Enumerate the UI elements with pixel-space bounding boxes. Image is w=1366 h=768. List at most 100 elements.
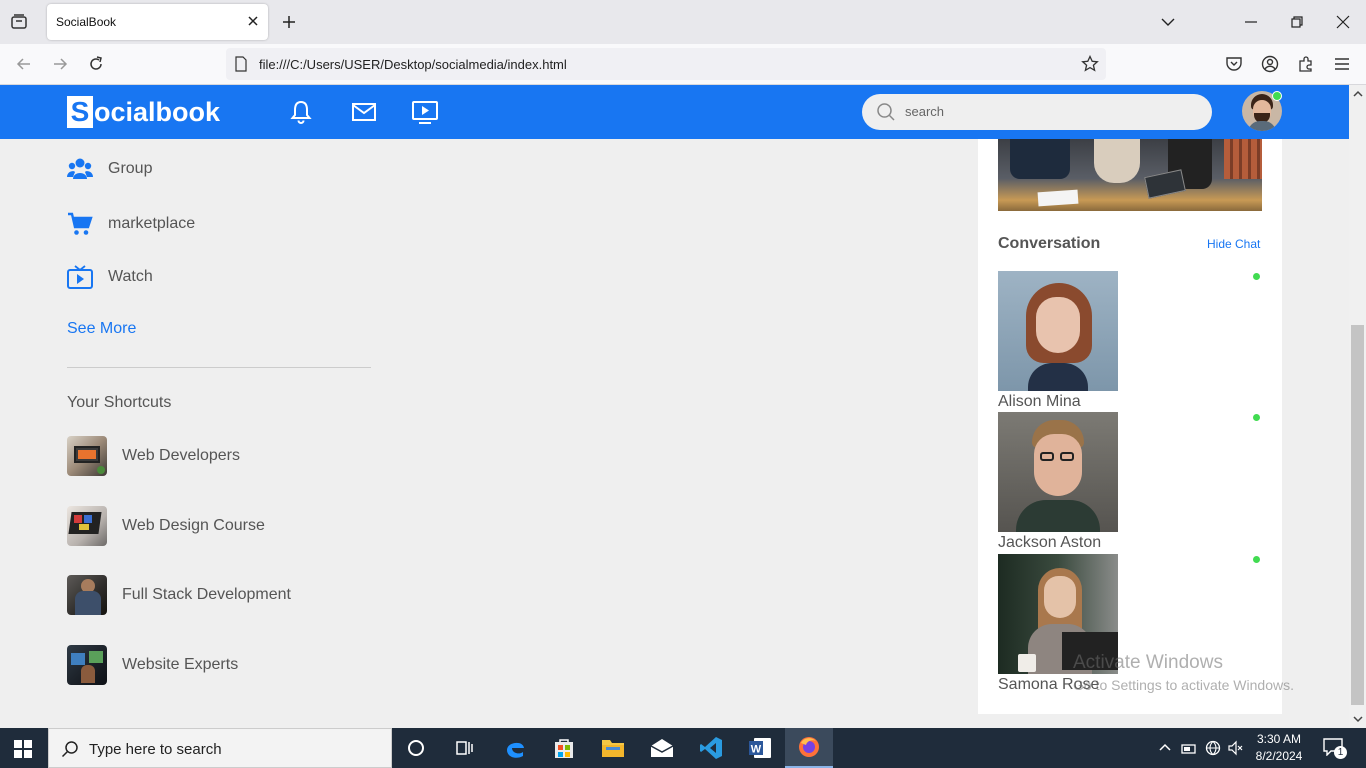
see-more-link[interactable]: See More [67, 320, 136, 338]
browser-tab[interactable]: SocialBook [47, 4, 268, 40]
tab-list-icon[interactable] [10, 13, 28, 31]
url-text[interactable]: file:///C:/Users/USER/Desktop/socialmedi… [259, 57, 567, 72]
new-tab-icon[interactable] [281, 14, 297, 30]
shortcut-full-stack-development[interactable]: Full Stack Development [67, 575, 291, 615]
extensions-icon[interactable] [1297, 55, 1315, 73]
list-all-tabs-icon[interactable] [1160, 14, 1176, 30]
firefox-icon [799, 737, 819, 757]
url-bar[interactable]: file:///C:/Users/USER/Desktop/socialmedi… [226, 48, 1106, 80]
conversation-heading: Conversation [998, 235, 1101, 252]
account-icon[interactable] [1261, 55, 1279, 73]
cortana-icon [408, 740, 424, 756]
task-view-icon [456, 741, 473, 755]
site-search-input[interactable]: search [862, 94, 1212, 130]
online-status-dot [1272, 91, 1282, 101]
store-icon [555, 739, 573, 758]
clock-date: 8/2/2024 [1255, 749, 1303, 763]
hide-chat-link[interactable]: Hide Chat [1207, 237, 1260, 251]
windows-taskbar: Type here to search W 3:30 AM 8/2/2024 1 [0, 728, 1366, 768]
page-viewport: Group marketplace Watch See More Your Sh… [0, 85, 1349, 728]
vertical-scrollbar[interactable] [1349, 85, 1366, 728]
taskbar-search-input[interactable]: Type here to search [48, 728, 392, 768]
contact-item[interactable]: Alison Mina [998, 271, 1262, 412]
pocket-icon[interactable] [1225, 55, 1243, 73]
shortcuts-heading: Your Shortcuts [67, 394, 172, 411]
watermark-title: Activate Windows [1073, 652, 1223, 673]
mail-app-button[interactable] [638, 728, 686, 768]
search-icon [877, 103, 895, 121]
system-clock[interactable]: 3:30 AM 8/2/2024 [1252, 731, 1306, 765]
sidebar-item-label: marketplace [108, 215, 196, 232]
minimize-icon[interactable] [1243, 14, 1259, 30]
shortcut-web-design-course[interactable]: Web Design Course [67, 506, 265, 546]
shortcut-thumbnail [67, 645, 107, 685]
cart-icon [68, 212, 93, 235]
tv-icon [67, 265, 93, 289]
vscode-icon [700, 737, 722, 759]
notification-count-badge: 1 [1334, 746, 1347, 759]
volume-muted-icon[interactable] [1228, 740, 1244, 756]
vscode-app-button[interactable] [687, 728, 735, 768]
online-status-dot [1253, 273, 1260, 280]
close-tab-icon[interactable] [246, 14, 260, 28]
battery-icon[interactable] [1181, 740, 1197, 756]
notification-bell-icon[interactable] [287, 98, 315, 126]
contact-item[interactable]: Jackson Aston [998, 412, 1262, 553]
store-app-button[interactable] [540, 728, 588, 768]
edge-icon [507, 742, 524, 758]
scrollbar-thumb[interactable] [1351, 325, 1364, 705]
scroll-up-icon[interactable] [1353, 89, 1363, 99]
shortcut-website-experts[interactable]: Website Experts [67, 645, 238, 685]
back-icon[interactable] [15, 55, 33, 73]
show-hidden-icons-icon[interactable] [1157, 740, 1173, 756]
sidebar-item-watch[interactable]: Watch [67, 264, 153, 290]
sidebar-item-group[interactable]: Group [67, 156, 152, 182]
shortcut-label: Web Developers [122, 447, 240, 464]
mail-app-icon [650, 739, 674, 757]
search-placeholder: search [905, 104, 945, 119]
shortcut-thumbnail [67, 575, 107, 615]
word-app-button[interactable]: W [736, 728, 784, 768]
shortcut-label: Full Stack Development [122, 586, 291, 603]
contact-name: Jackson Aston [998, 534, 1102, 551]
clock-time: 3:30 AM [1256, 732, 1302, 746]
file-explorer-app-button[interactable] [589, 728, 637, 768]
windows-start-icon[interactable] [14, 740, 32, 758]
site-header: S ocialbook search [0, 85, 1349, 139]
word-icon: W [749, 738, 771, 758]
shortcut-thumbnail [67, 506, 107, 546]
mail-icon[interactable] [350, 98, 378, 126]
action-center-button[interactable]: 1 [1323, 738, 1347, 760]
socialbook-logo[interactable]: S ocialbook [67, 96, 220, 128]
bookmark-star-icon[interactable] [1081, 55, 1099, 73]
sidebar-item-marketplace[interactable]: marketplace [67, 211, 195, 237]
shortcut-label: Web Design Course [122, 517, 265, 534]
watermark-subtitle: Go to Settings to activate Windows. [1073, 677, 1294, 693]
scroll-down-icon[interactable] [1353, 714, 1363, 724]
menu-icon[interactable] [1333, 55, 1351, 73]
cortana-button[interactable] [392, 728, 440, 768]
shortcut-label: Website Experts [122, 656, 239, 673]
firefox-app-button[interactable] [785, 728, 833, 768]
network-icon[interactable] [1205, 740, 1221, 756]
restore-icon[interactable] [1289, 14, 1305, 30]
logo-text: ocialbook [94, 96, 221, 127]
edge-app-button[interactable] [491, 728, 539, 768]
shortcut-web-developers[interactable]: Web Developers [67, 436, 240, 476]
group-icon [67, 158, 93, 179]
taskbar-search-placeholder: Type here to search [89, 741, 222, 758]
reload-icon[interactable] [87, 55, 105, 73]
online-status-dot [1253, 556, 1260, 563]
svg-text:W: W [751, 744, 762, 756]
contact-avatar [998, 412, 1118, 532]
sidebar-item-label: Watch [108, 268, 153, 285]
forward-icon[interactable] [51, 55, 69, 73]
video-icon[interactable] [411, 98, 439, 126]
task-view-button[interactable] [440, 728, 488, 768]
activate-windows-watermark: Activate Windows Go to Settings to activ… [1073, 652, 1294, 693]
event-image [998, 139, 1262, 211]
close-window-icon[interactable] [1335, 14, 1351, 30]
right-sidebar: Conversation Hide Chat Alison Mina Jacks… [978, 139, 1282, 714]
tab-title: SocialBook [56, 15, 117, 29]
contact-name: Alison Mina [998, 393, 1081, 410]
